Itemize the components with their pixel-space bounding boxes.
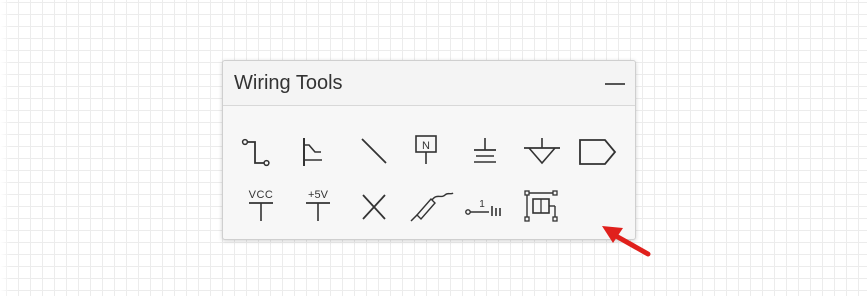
bus-entry-tool-button[interactable] <box>291 132 339 172</box>
plus5v-tool-button[interactable]: +5V <box>294 187 342 227</box>
signal-ground-tool-button[interactable] <box>518 132 566 172</box>
net-port-icon <box>524 190 558 222</box>
net-port-tool-button[interactable] <box>519 187 567 227</box>
pin-tool-button[interactable]: 1 <box>461 187 509 227</box>
vcc-label: VCC <box>249 189 274 201</box>
wiring-tools-panel: Wiring Tools N VCC +5V 1 <box>222 60 636 240</box>
wire-icon <box>241 138 270 167</box>
net-label-text: N <box>422 140 430 152</box>
pin-number-label: 1 <box>479 199 485 210</box>
probe-icon <box>410 192 454 222</box>
minimize-button[interactable] <box>601 73 627 93</box>
ground-tool-button[interactable] <box>461 132 509 172</box>
plus5v-label: +5V <box>308 189 329 201</box>
canvas-edge <box>0 0 10 300</box>
plus5v-icon: +5V <box>306 189 330 221</box>
panel-header[interactable]: Wiring Tools <box>223 61 635 106</box>
ground-icon <box>474 138 496 163</box>
bus-entry-icon <box>303 138 322 166</box>
port-icon <box>579 139 617 165</box>
canvas-edge-bottom <box>0 296 867 300</box>
vcc-icon: VCC <box>249 189 274 221</box>
probe-tool-button[interactable] <box>405 187 454 227</box>
diagonal-line-icon <box>361 138 387 164</box>
line-tool-button[interactable] <box>350 132 398 172</box>
panel-title: Wiring Tools <box>234 72 343 94</box>
net-label-tool-button[interactable]: N <box>405 132 453 172</box>
vcc-tool-button[interactable]: VCC <box>239 187 287 227</box>
no-connect-tool-button[interactable] <box>350 187 398 227</box>
net-label-icon: N <box>415 135 437 164</box>
pin-icon: 1 <box>465 199 501 216</box>
signal-ground-icon <box>524 138 560 165</box>
pointer-arrow-icon <box>602 226 651 257</box>
port-tool-button[interactable] <box>575 132 623 172</box>
minus-icon <box>605 83 625 85</box>
wire-tool-button[interactable] <box>236 132 284 172</box>
no-connect-icon <box>362 194 386 220</box>
